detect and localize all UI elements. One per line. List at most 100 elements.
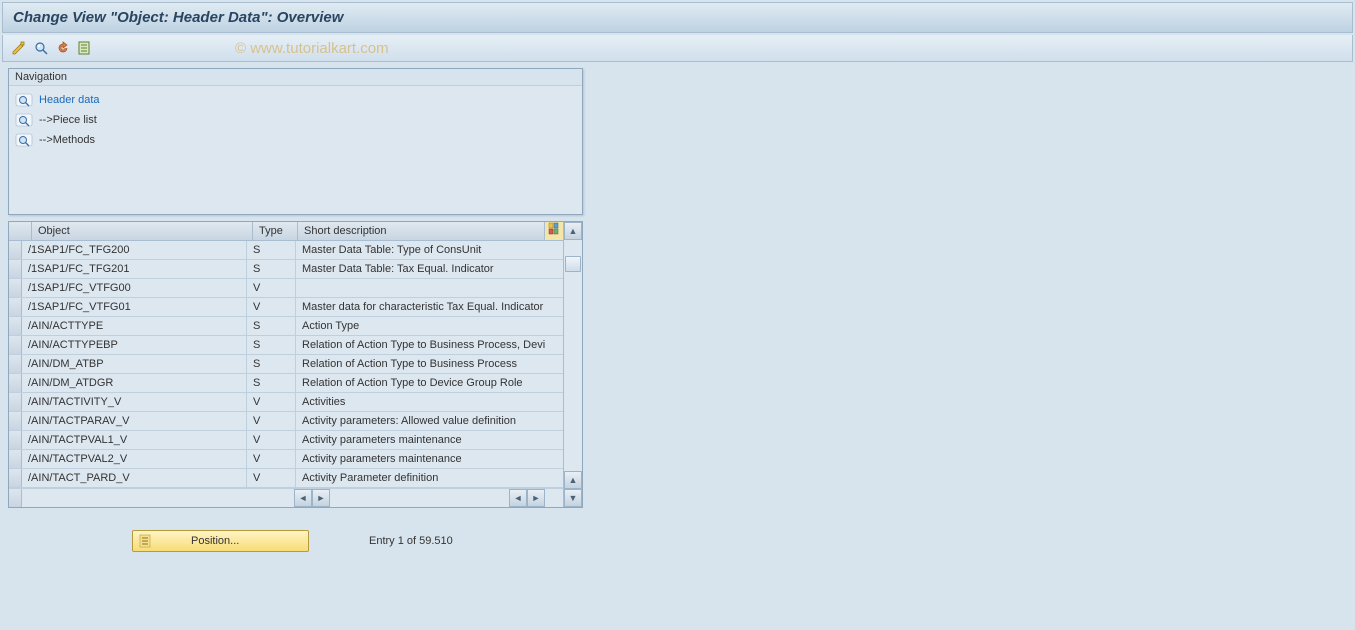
select-column-header[interactable] [9,222,32,240]
description-cell[interactable]: Relation of Action Type to Business Proc… [296,336,563,354]
object-cell[interactable]: /AIN/TACTPARAV_V [22,412,247,430]
table-row[interactable]: /AIN/ACTTYPESAction Type [9,317,563,336]
magnifier-icon[interactable] [33,40,49,56]
type-cell[interactable]: V [247,431,296,449]
position-icon [139,534,153,548]
toolbar: © www.tutorialkart.com [2,35,1353,62]
table-row[interactable]: /AIN/DM_ATBPSRelation of Action Type to … [9,355,563,374]
scroll-thumb[interactable] [565,256,581,272]
scroll-up-icon[interactable]: ▲ [564,222,582,240]
table-row[interactable]: /AIN/DM_ATDGRSRelation of Action Type to… [9,374,563,393]
description-cell[interactable]: Master Data Table: Tax Equal. Indicator [296,260,563,278]
table-row[interactable]: /1SAP1/FC_VTFG01VMaster data for charact… [9,298,563,317]
description-cell[interactable]: Activities [296,393,563,411]
object-cell[interactable]: /AIN/ACTTYPE [22,317,247,335]
object-column-header[interactable]: Object [32,222,253,240]
scroll-right-icon[interactable]: ► [527,489,545,507]
description-cell[interactable]: Activity Parameter definition [296,469,563,487]
row-selector[interactable] [9,450,22,468]
type-cell[interactable]: V [247,469,296,487]
description-column-header[interactable]: Short description [298,222,545,240]
description-cell[interactable]: Relation of Action Type to Device Group … [296,374,563,392]
navigation-title: Navigation [9,69,582,86]
nav-item-label: -->Piece list [39,114,97,126]
type-cell[interactable]: S [247,355,296,373]
description-cell[interactable]: Activity parameters maintenance [296,450,563,468]
select-all-icon[interactable] [77,40,93,56]
position-button[interactable]: Position... [132,530,309,552]
row-selector[interactable] [9,431,22,449]
object-cell[interactable]: /1SAP1/FC_TFG201 [22,260,247,278]
type-cell[interactable]: V [247,412,296,430]
object-cell[interactable]: /AIN/ACTTYPEBP [22,336,247,354]
object-cell[interactable]: /AIN/TACTPVAL1_V [22,431,247,449]
type-cell[interactable]: V [247,450,296,468]
table-row[interactable]: /1SAP1/FC_TFG200SMaster Data Table: Type… [9,241,563,260]
table-row[interactable]: /1SAP1/FC_TFG201SMaster Data Table: Tax … [9,260,563,279]
scroll-down-icon[interactable]: ▼ [564,489,582,507]
type-cell[interactable]: S [247,317,296,335]
scroll-left-icon[interactable]: ◄ [294,489,312,507]
description-cell[interactable]: Master data for characteristic Tax Equal… [296,298,563,316]
table-row[interactable]: /AIN/TACT_PARD_VVActivity Parameter defi… [9,469,563,488]
vertical-scrollbar[interactable]: ▲ ▲ ▼ [563,222,582,507]
row-selector[interactable] [9,374,22,392]
type-cell[interactable]: S [247,374,296,392]
nav-item-methods[interactable]: -->Methods [13,130,578,150]
nav-item-label: Header data [39,94,100,106]
object-cell[interactable]: /1SAP1/FC_VTFG01 [22,298,247,316]
row-selector[interactable] [9,469,22,487]
object-cell[interactable]: /AIN/TACT_PARD_V [22,469,247,487]
scroll-left-icon[interactable]: ◄ [509,489,527,507]
table-row[interactable]: /AIN/TACTPVAL1_VVActivity parameters mai… [9,431,563,450]
type-cell[interactable]: S [247,336,296,354]
row-selector[interactable] [9,279,22,297]
row-selector[interactable] [9,317,22,335]
scroll-up-step-icon[interactable]: ▲ [564,471,582,489]
description-cell[interactable]: Activity parameters maintenance [296,431,563,449]
row-selector[interactable] [9,241,22,259]
row-selector[interactable] [9,412,22,430]
row-selector[interactable] [9,260,22,278]
type-cell[interactable]: V [247,298,296,316]
table-header: Object Type Short description [9,222,563,241]
scroll-right-icon[interactable]: ► [312,489,330,507]
table-settings-icon[interactable] [545,222,563,240]
type-cell[interactable]: V [247,279,296,297]
description-cell[interactable] [296,279,563,297]
object-cell[interactable]: /AIN/TACTIVITY_V [22,393,247,411]
nav-item-piece-list[interactable]: -->Piece list [13,110,578,130]
table-row[interactable]: /AIN/TACTIVITY_VVActivities [9,393,563,412]
page-title: Change View "Object: Header Data": Overv… [2,2,1353,33]
type-cell[interactable]: S [247,241,296,259]
watermark: © www.tutorialkart.com [235,40,389,57]
undo-icon[interactable] [55,40,71,56]
table-row[interactable]: /AIN/TACTPARAV_VVActivity parameters: Al… [9,412,563,431]
description-cell[interactable]: Action Type [296,317,563,335]
horizontal-scrollbar: ◄ ► ◄ ► [9,488,563,507]
description-cell[interactable]: Activity parameters: Allowed value defin… [296,412,563,430]
object-cell[interactable]: /AIN/DM_ATBP [22,355,247,373]
row-selector[interactable] [9,298,22,316]
table-row[interactable]: /1SAP1/FC_VTFG00V [9,279,563,298]
object-cell[interactable]: /1SAP1/FC_TFG200 [22,241,247,259]
row-selector[interactable] [9,393,22,411]
description-cell[interactable]: Relation of Action Type to Business Proc… [296,355,563,373]
row-selector[interactable] [9,336,22,354]
table-row[interactable]: /AIN/ACTTYPEBPSRelation of Action Type t… [9,336,563,355]
type-cell[interactable]: S [247,260,296,278]
type-column-header[interactable]: Type [253,222,298,240]
nav-item-header-data[interactable]: Header data [13,90,578,110]
object-cell[interactable]: /1SAP1/FC_VTFG00 [22,279,247,297]
object-cell[interactable]: /AIN/DM_ATDGR [22,374,247,392]
table-row[interactable]: /AIN/TACTPVAL2_VVActivity parameters mai… [9,450,563,469]
entry-count-text: Entry 1 of 59.510 [369,535,453,547]
scroll-track[interactable] [564,240,582,471]
object-cell[interactable]: /AIN/TACTPVAL2_V [22,450,247,468]
row-selector[interactable] [9,355,22,373]
type-cell[interactable]: V [247,393,296,411]
magnifier-icon [15,112,33,128]
description-cell[interactable]: Master Data Table: Type of ConsUnit [296,241,563,259]
display-change-icon[interactable] [11,40,27,56]
navigation-panel: Navigation Header data -->Piece list -->… [8,68,583,215]
